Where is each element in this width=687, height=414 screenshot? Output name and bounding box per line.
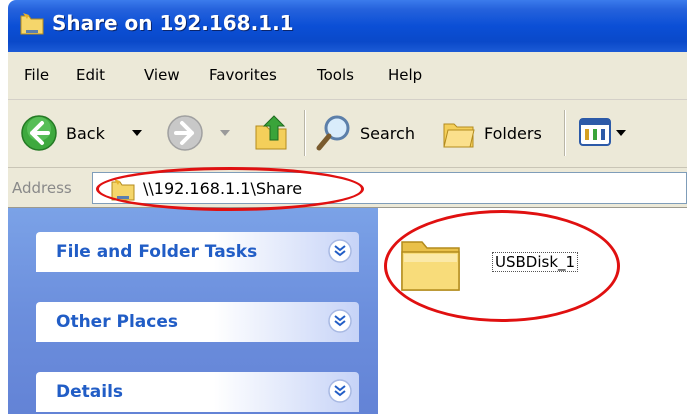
- toolbar-separator: [304, 110, 306, 156]
- up-folder-button[interactable]: [248, 108, 298, 158]
- menu-edit[interactable]: Edit: [76, 66, 105, 84]
- menu-favorites[interactable]: Favorites: [209, 66, 277, 84]
- panel-title: Other Places: [56, 312, 178, 332]
- address-bar: Address \\192.168.1.1\Share: [8, 168, 687, 208]
- panel-details[interactable]: Details: [36, 372, 359, 412]
- search-label: Search: [360, 124, 415, 143]
- forward-dropdown-icon: [220, 130, 230, 136]
- folders-label: Folders: [484, 124, 542, 143]
- toolbar: Back Search Folders: [8, 100, 687, 168]
- address-label: Address: [12, 179, 72, 197]
- window-title: Share on 192.168.1.1: [52, 11, 294, 35]
- expand-chevron-icon[interactable]: [327, 238, 353, 264]
- menu-tools[interactable]: Tools: [317, 66, 354, 84]
- menu-file[interactable]: File: [24, 66, 49, 84]
- forward-arrow-icon: [167, 115, 203, 151]
- search-icon: [316, 115, 350, 151]
- views-button[interactable]: [574, 108, 644, 158]
- address-value: \\192.168.1.1\Share: [143, 179, 303, 198]
- explorer-window: Share on 192.168.1.1 File Edit View Favo…: [8, 0, 687, 414]
- search-button[interactable]: Search: [310, 108, 426, 158]
- views-icon: [579, 118, 611, 146]
- toolbar-separator: [564, 110, 566, 156]
- menu-view[interactable]: View: [144, 66, 180, 84]
- forward-button[interactable]: [162, 108, 242, 158]
- back-dropdown-icon[interactable]: [132, 130, 142, 138]
- panel-title: Details: [56, 382, 124, 402]
- panel-file-folder-tasks[interactable]: File and Folder Tasks: [36, 232, 359, 272]
- list-item[interactable]: USBDisk_1: [396, 228, 606, 298]
- task-pane: File and Folder Tasks Other Places Detai…: [8, 208, 378, 414]
- address-input[interactable]: \\192.168.1.1\Share: [92, 172, 687, 204]
- views-dropdown-icon: [616, 130, 626, 136]
- network-share-icon: [111, 179, 135, 201]
- back-button[interactable]: Back: [16, 108, 166, 158]
- folder-up-icon: [255, 115, 287, 150]
- title-bar[interactable]: Share on 192.168.1.1: [8, 0, 687, 52]
- back-label: Back: [66, 124, 105, 143]
- folders-button[interactable]: Folders: [436, 108, 552, 158]
- folder-name: USBDisk_1: [492, 252, 579, 272]
- network-share-icon: [20, 13, 44, 35]
- expand-chevron-icon[interactable]: [327, 308, 353, 334]
- panel-other-places[interactable]: Other Places: [36, 302, 359, 342]
- menu-bar: File Edit View Favorites Tools Help: [8, 52, 687, 100]
- folders-icon: [443, 123, 475, 148]
- file-list: USBDisk_1: [378, 208, 687, 414]
- menu-help[interactable]: Help: [388, 66, 422, 84]
- back-arrow-icon: [21, 115, 57, 151]
- panel-title: File and Folder Tasks: [56, 242, 258, 262]
- folder-icon: [401, 241, 460, 291]
- expand-chevron-icon[interactable]: [327, 378, 353, 404]
